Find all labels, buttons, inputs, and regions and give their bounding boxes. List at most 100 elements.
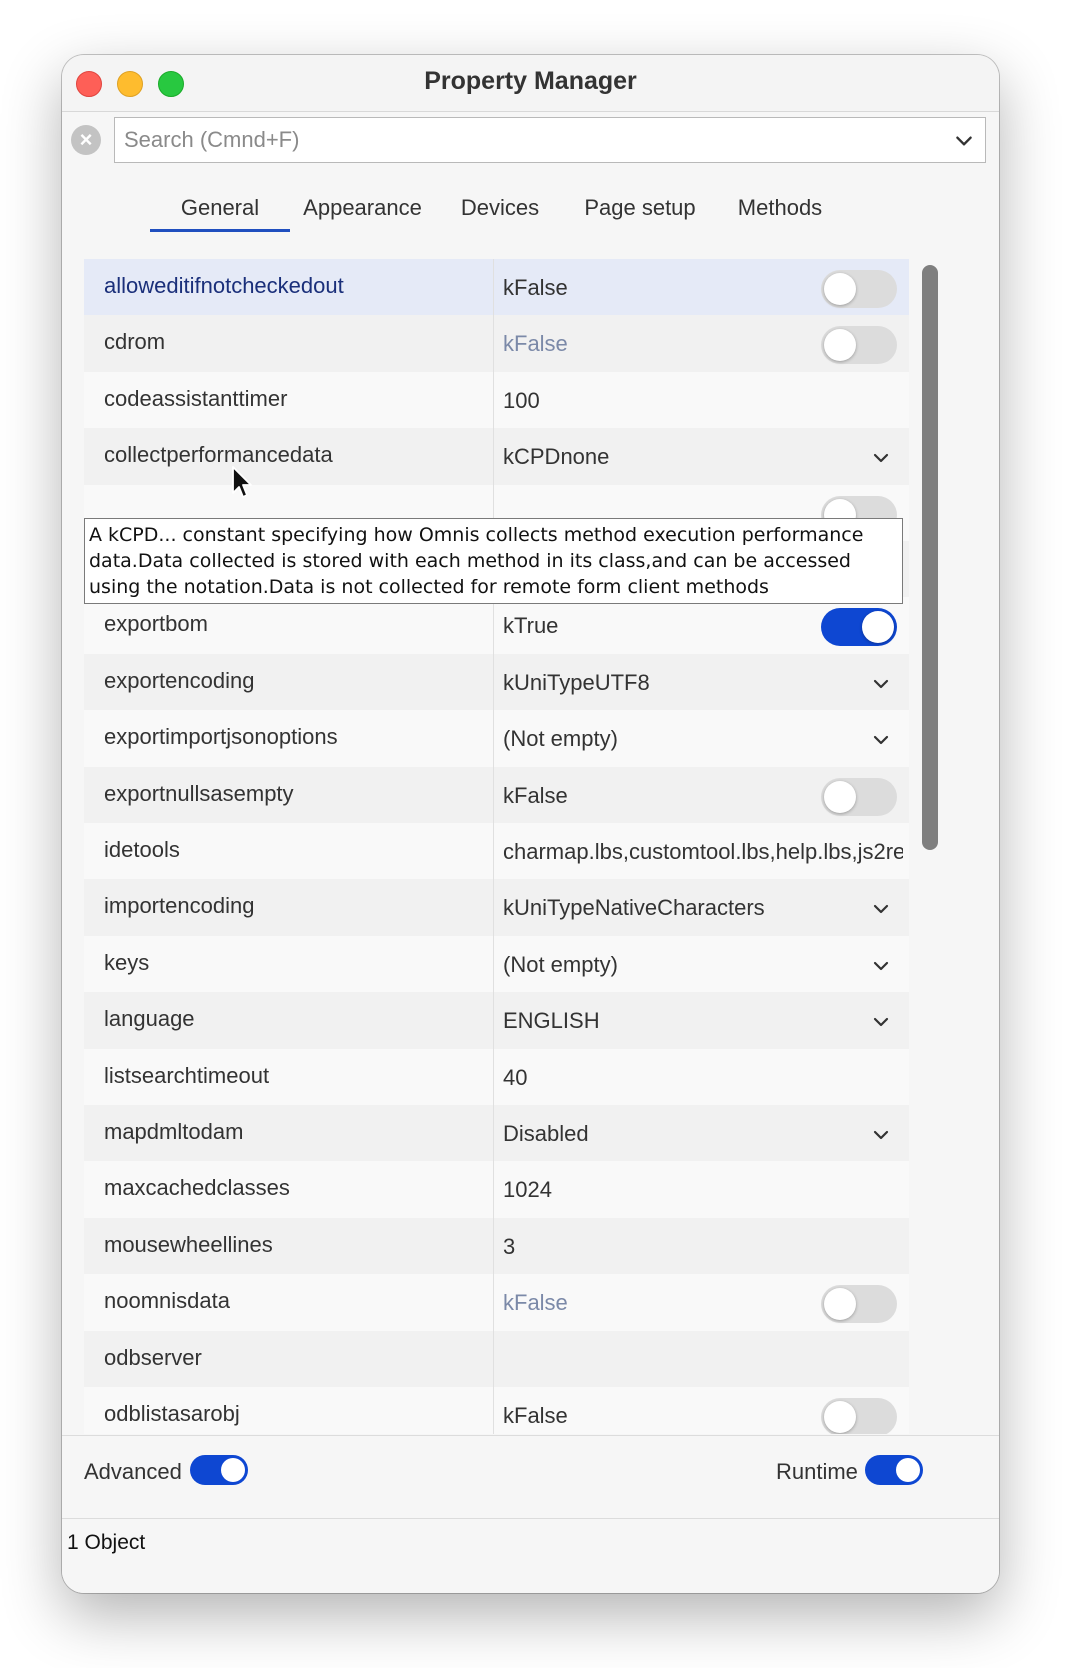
- property-name: noomnisdata: [104, 1288, 230, 1314]
- property-row[interactable]: noomnisdata kFalse: [84, 1274, 909, 1335]
- property-value[interactable]: (Not empty): [503, 952, 903, 978]
- property-name: odbserver: [104, 1344, 202, 1370]
- column-divider: [493, 1330, 494, 1391]
- window-title: Property Manager: [424, 67, 637, 95]
- column-divider: [493, 935, 494, 996]
- property-row[interactable]: idetools charmap.lbs,customtool.lbs,help.…: [84, 823, 909, 883]
- chevron-down-icon[interactable]: [871, 1012, 891, 1032]
- tab-devices[interactable]: Devices: [455, 195, 545, 231]
- advanced-toggle[interactable]: [190, 1455, 248, 1485]
- property-name: maxcachedclasses: [104, 1175, 290, 1201]
- property-name: mapdmltodam: [104, 1119, 244, 1144]
- status-bar: 1 Object: [62, 1518, 999, 1593]
- column-divider: [493, 1387, 494, 1434]
- property-row[interactable]: mapdmltodam Disabled: [84, 1105, 909, 1165]
- property-name: keys: [104, 949, 150, 975]
- property-toggle[interactable]: [821, 1285, 897, 1324]
- property-value[interactable]: kUniTypeUTF8: [503, 670, 903, 696]
- property-value[interactable]: kCPDnone: [503, 444, 903, 470]
- search-input[interactable]: [115, 118, 944, 162]
- toggle-knob: [824, 273, 856, 305]
- column-divider: [493, 259, 494, 319]
- property-toggle[interactable]: [821, 326, 897, 365]
- column-divider: [493, 1105, 494, 1165]
- toggle-knob: [824, 1288, 856, 1321]
- chevron-down-icon[interactable]: [871, 899, 891, 919]
- property-tooltip: A kCPD... constant specifying how Omnis …: [84, 518, 903, 604]
- chevron-down-icon[interactable]: [871, 448, 891, 468]
- property-value[interactable]: 1024: [503, 1177, 903, 1203]
- toggle-knob: [824, 780, 856, 813]
- property-value[interactable]: 100: [503, 388, 903, 414]
- property-row[interactable]: exportimportjsonoptions (Not empty): [84, 710, 909, 771]
- tab-general[interactable]: General: [150, 195, 290, 232]
- scrollbar-thumb[interactable]: [922, 265, 938, 850]
- property-row[interactable]: codeassistanttimer 100: [84, 371, 909, 432]
- property-toggle[interactable]: [821, 1398, 897, 1434]
- tab-page-setup[interactable]: Page setup: [580, 195, 700, 231]
- clear-search-icon[interactable]: ×: [71, 125, 101, 155]
- property-row[interactable]: odblistasarobj kFalse: [84, 1387, 909, 1434]
- property-manager-window: Property Manager × General Appearance De…: [62, 55, 999, 1593]
- column-divider: [493, 823, 494, 883]
- property-row[interactable]: maxcachedclasses 1024: [84, 1161, 909, 1222]
- toggle-knob: [862, 611, 894, 644]
- property-value[interactable]: 40: [503, 1065, 903, 1091]
- property-row[interactable]: cdrom kFalse: [84, 315, 909, 376]
- property-toggle[interactable]: [821, 608, 897, 647]
- property-row[interactable]: exportencoding kUniTypeUTF8: [84, 653, 909, 714]
- property-value[interactable]: Disabled: [503, 1121, 903, 1147]
- property-row[interactable]: alloweditifnotcheckedout kFalse: [84, 259, 909, 319]
- chevron-down-icon[interactable]: [871, 956, 891, 976]
- column-divider: [493, 766, 494, 827]
- property-row[interactable]: keys (Not empty): [84, 935, 909, 996]
- property-row[interactable]: mousewheellines 3: [84, 1217, 909, 1278]
- property-toggle[interactable]: [821, 270, 897, 308]
- column-divider: [493, 710, 494, 771]
- column-divider: [493, 1161, 494, 1222]
- property-row[interactable]: importencoding kUniTypeNativeCharacters: [84, 879, 909, 940]
- property-name: language: [104, 1006, 195, 1032]
- property-name: collectperformancedata: [104, 442, 333, 468]
- property-name: idetools: [104, 837, 180, 862]
- column-divider: [493, 1217, 494, 1278]
- property-value[interactable]: 3: [503, 1234, 903, 1260]
- column-divider: [493, 597, 494, 658]
- property-name: exportnullsasempty: [104, 780, 294, 806]
- column-divider: [493, 879, 494, 940]
- property-row[interactable]: listsearchtimeout 40: [84, 1048, 909, 1109]
- property-value[interactable]: (Not empty): [503, 726, 903, 752]
- toggle-knob: [824, 1401, 856, 1433]
- property-name: exportbom: [104, 611, 208, 637]
- chevron-down-icon[interactable]: [871, 1125, 891, 1145]
- property-row[interactable]: exportnullsasempty kFalse: [84, 766, 909, 827]
- runtime-toggle[interactable]: [865, 1455, 923, 1485]
- column-divider: [493, 1048, 494, 1109]
- property-value[interactable]: ENGLISH: [503, 1008, 903, 1034]
- property-row[interactable]: collectperformancedata kCPDnone: [84, 428, 909, 489]
- column-divider: [493, 1274, 494, 1335]
- property-name: exportimportjsonoptions: [104, 724, 338, 750]
- property-name: listsearchtimeout: [104, 1062, 270, 1088]
- property-name: odblistasarobj: [104, 1401, 240, 1426]
- tab-methods[interactable]: Methods: [730, 195, 830, 231]
- property-row[interactable]: language ENGLISH: [84, 992, 909, 1053]
- tab-appearance[interactable]: Appearance: [300, 195, 425, 231]
- property-toggle[interactable]: [821, 777, 897, 816]
- property-name: cdrom: [104, 329, 166, 355]
- chevron-down-icon[interactable]: [871, 730, 891, 750]
- search-field[interactable]: [114, 117, 986, 163]
- property-value[interactable]: charmap.lbs,customtool.lbs,help.lbs,js2r…: [503, 839, 903, 865]
- title-bar[interactable]: Property Manager: [62, 55, 999, 112]
- tab-bar: General Appearance Devices Page setup Me…: [62, 185, 999, 235]
- chevron-down-icon[interactable]: [871, 674, 891, 694]
- column-divider: [493, 315, 494, 376]
- column-divider: [493, 428, 494, 489]
- property-value[interactable]: kUniTypeNativeCharacters: [503, 895, 903, 921]
- chevron-down-icon[interactable]: [953, 130, 975, 152]
- advanced-label: Advanced: [84, 1459, 182, 1484]
- property-name: importencoding: [104, 893, 255, 919]
- property-row[interactable]: exportbom kTrue: [84, 597, 909, 658]
- column-divider: [493, 371, 494, 432]
- property-row[interactable]: odbserver: [84, 1330, 909, 1391]
